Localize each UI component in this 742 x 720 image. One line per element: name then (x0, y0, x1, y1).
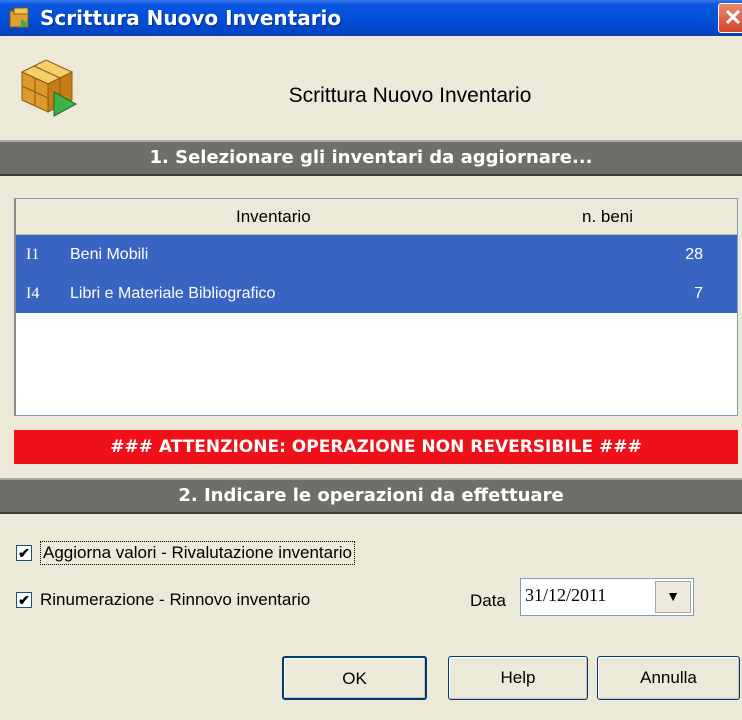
dialog-header: Scrittura Nuovo Inventario (0, 36, 742, 140)
list-item[interactable]: I4 Libri e Materiale Bibliografico 7 (16, 274, 737, 313)
inventory-name: Libri e Materiale Bibliografico (70, 285, 276, 302)
header-title: Scrittura Nuovo Inventario (288, 84, 532, 107)
close-button[interactable]: ✕ (718, 3, 742, 33)
app-icon (9, 7, 29, 28)
cancel-button[interactable]: Annulla (597, 656, 740, 700)
window-title: Scrittura Nuovo Inventario (40, 6, 342, 30)
list-header: Inventario n. beni (16, 199, 737, 235)
warning-banner: ### ATTENZIONE: OPERAZIONE NON REVERSIBI… (14, 430, 738, 464)
column-header-n-beni[interactable]: n. beni (582, 207, 633, 227)
section-2-header: 2. Indicare le operazioni da effettuare (0, 478, 742, 514)
aggiorna-checkbox[interactable]: ✔ (16, 545, 32, 561)
aggiorna-label[interactable]: Aggiorna valori - Rivalutazione inventar… (40, 541, 355, 565)
rinumerazione-option[interactable]: ✔ Rinumerazione - Rinnovo inventario (16, 590, 310, 610)
column-header-inventario[interactable]: Inventario (236, 207, 311, 227)
inventory-count: 28 (685, 246, 703, 263)
rinumerazione-checkbox[interactable]: ✔ (16, 592, 32, 608)
close-icon: ✕ (723, 5, 742, 30)
rinumerazione-label[interactable]: Rinumerazione - Rinnovo inventario (40, 590, 310, 610)
date-value[interactable]: 31/12/2011 (525, 585, 606, 606)
inventory-name: Beni Mobili (70, 246, 149, 263)
dropdown-button[interactable]: ▼ (655, 581, 691, 613)
title-bar: Scrittura Nuovo Inventario ✕ (0, 0, 742, 36)
chevron-down-icon: ▼ (666, 590, 680, 605)
date-picker[interactable]: 31/12/2011 ▼ (520, 578, 694, 616)
date-label: Data (470, 591, 506, 610)
aggiorna-option[interactable]: ✔ Aggiorna valori - Rivalutazione invent… (16, 541, 355, 565)
help-button[interactable]: Help (448, 656, 588, 700)
ok-button[interactable]: OK (282, 656, 427, 700)
inventory-list[interactable]: Inventario n. beni I1 Beni Mobili 28 I4 … (14, 198, 738, 416)
inventory-code: I1 (26, 246, 40, 263)
inventory-code: I4 (26, 285, 40, 302)
section-1-header: 1. Selezionare gli inventari da aggiorna… (0, 140, 742, 176)
inventory-count: 7 (694, 285, 703, 302)
list-item[interactable]: I1 Beni Mobili 28 (16, 235, 737, 274)
